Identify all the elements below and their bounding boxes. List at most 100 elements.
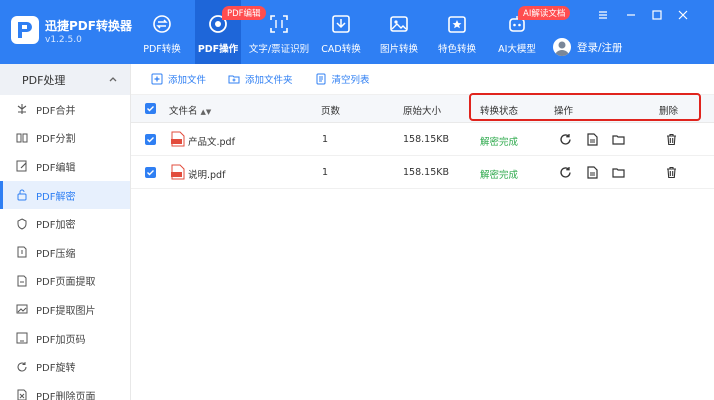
sidebar: PDF处理 PDF合并 PDF分割 PDF编辑 PDF解密 PDF加密 PDF压… — [0, 64, 131, 400]
close-icon[interactable] — [676, 8, 690, 22]
login-label: 登录/注册 — [577, 41, 623, 54]
sidebar-item-rotate[interactable]: PDF旋转 — [0, 352, 130, 381]
sidebar-item-label: PDF旋转 — [36, 363, 76, 375]
edit-icon — [16, 160, 27, 172]
page-number-icon — [16, 332, 28, 344]
menu-icon[interactable] — [596, 8, 610, 22]
folder-icon[interactable] — [612, 133, 625, 146]
nav-label: AI大模型 — [498, 44, 536, 55]
cad-download-icon — [332, 15, 350, 33]
add-folder-label: 添加文件夹 — [245, 75, 293, 86]
nav-ocr[interactable]: 文字/票证识别 — [248, 0, 310, 64]
row-size: 158.15KB — [403, 134, 449, 145]
avatar — [553, 38, 571, 56]
app-title: 迅捷PDF转换器 — [45, 19, 132, 33]
check-icon — [147, 137, 154, 143]
row-filename: 说明.pdf — [188, 170, 226, 181]
refresh-icon[interactable] — [559, 133, 572, 146]
page-extract-icon — [17, 275, 27, 287]
add-folder-button[interactable]: 添加文件夹 — [228, 72, 293, 86]
pdf-file-icon — [171, 164, 185, 180]
row-status: 解密完成 — [480, 137, 519, 148]
add-file-icon — [151, 73, 163, 85]
add-file-label: 添加文件 — [168, 75, 207, 86]
table-row[interactable]: 说明.pdf 1 158.15KB 解密完成 — [131, 156, 714, 189]
ai-doc-badge[interactable]: AI解读文档 — [518, 6, 571, 20]
sidebar-item-page-extract[interactable]: PDF页面提取 — [0, 267, 130, 296]
row-size: 158.15KB — [403, 167, 449, 178]
ocr-scan-icon — [270, 15, 288, 33]
login-button[interactable]: 登录/注册 — [553, 37, 623, 57]
app-version: v1.2.5.0 — [45, 35, 82, 45]
header-filename[interactable]: 文件名 ▲▼ — [169, 103, 211, 117]
compress-icon — [17, 246, 27, 258]
delete-page-icon — [17, 389, 27, 400]
sidebar-item-page-number[interactable]: PDF加页码 — [0, 324, 130, 353]
header-pages: 页数 — [321, 106, 341, 117]
add-folder-icon — [228, 75, 240, 84]
sort-icon: ▲▼ — [200, 108, 212, 116]
chevron-up-icon — [109, 77, 117, 82]
nav-label: 文字/票证识别 — [248, 44, 310, 55]
table-row[interactable]: 产品文.pdf 1 158.15KB 解密完成 — [131, 123, 714, 156]
sidebar-item-compress[interactable]: PDF压缩 — [0, 238, 130, 267]
nav-label: CAD转换 — [321, 44, 361, 55]
sidebar-item-label: PDF编辑 — [36, 162, 76, 174]
trash-icon[interactable] — [665, 166, 678, 179]
check-icon — [147, 106, 154, 112]
nav-special-convert[interactable]: 特色转换 — [434, 0, 480, 64]
nav-label: PDF操作 — [197, 44, 239, 55]
top-bar: 迅捷PDF转换器 v1.2.5.0 PDF转换 PDF操作 PDF编辑 文字/票… — [0, 0, 714, 64]
row-filename: 产品文.pdf — [188, 137, 235, 148]
swap-circle-icon — [153, 15, 171, 33]
pdf-file-icon — [171, 131, 185, 147]
shield-icon — [17, 218, 27, 230]
nav-pdf-convert[interactable]: PDF转换 — [138, 0, 186, 64]
sidebar-item-delete-page[interactable]: PDF删除页面 — [0, 381, 130, 400]
app-logo — [11, 16, 39, 44]
add-file-button[interactable]: 添加文件 — [151, 72, 206, 86]
sidebar-item-image-extract[interactable]: PDF提取图片 — [0, 295, 130, 324]
open-file-icon[interactable] — [586, 166, 599, 179]
image-extract-icon — [16, 304, 28, 314]
sidebar-item-label: PDF加密 — [36, 220, 76, 232]
clear-list-button[interactable]: 清空列表 — [315, 72, 370, 86]
nav-label: 特色转换 — [437, 44, 476, 55]
maximize-icon[interactable] — [650, 8, 664, 22]
sidebar-item-label: PDF加页码 — [36, 334, 86, 346]
refresh-icon[interactable] — [559, 166, 572, 179]
row-checkbox[interactable] — [145, 167, 156, 178]
merge-icon — [17, 104, 27, 115]
header-size: 原始大小 — [403, 106, 442, 117]
sidebar-item-encrypt[interactable]: PDF加密 — [0, 209, 130, 238]
clear-list-label: 清空列表 — [331, 75, 370, 86]
row-checkbox[interactable] — [145, 134, 156, 145]
rotate-icon — [17, 361, 27, 372]
nav-cad-convert[interactable]: CAD转换 — [318, 0, 364, 64]
sidebar-item-label: PDF分割 — [36, 134, 76, 146]
sidebar-item-merge[interactable]: PDF合并 — [0, 95, 130, 124]
sidebar-item-split[interactable]: PDF分割 — [0, 124, 130, 153]
open-file-icon[interactable] — [586, 133, 599, 146]
sidebar-item-decrypt[interactable]: PDF解密 — [0, 180, 130, 210]
sidebar-item-label: PDF压缩 — [36, 248, 76, 260]
row-pages: 1 — [322, 134, 329, 145]
folder-icon[interactable] — [612, 166, 625, 179]
nav-image-convert[interactable]: 图片转换 — [376, 0, 422, 64]
highlight-annotation-box — [469, 93, 701, 121]
sidebar-item-label: PDF删除页面 — [36, 391, 96, 400]
sidebar-item-label: PDF提取图片 — [36, 305, 96, 317]
select-all-checkbox[interactable] — [145, 103, 156, 114]
toolbar: 添加文件 添加文件夹 清空列表 — [131, 64, 714, 95]
sidebar-item-edit[interactable]: PDF编辑 — [0, 152, 130, 181]
minimize-icon[interactable] — [624, 8, 638, 22]
nav-label: PDF转换 — [143, 44, 181, 55]
sidebar-item-label: PDF页面提取 — [36, 277, 96, 289]
row-status: 解密完成 — [480, 170, 519, 181]
app-logo-icon — [18, 22, 32, 38]
sidebar-header[interactable]: PDF处理 — [0, 64, 130, 95]
nav-label: 图片转换 — [379, 44, 418, 55]
clear-list-icon — [316, 73, 326, 85]
check-icon — [147, 170, 154, 176]
trash-icon[interactable] — [665, 133, 678, 146]
